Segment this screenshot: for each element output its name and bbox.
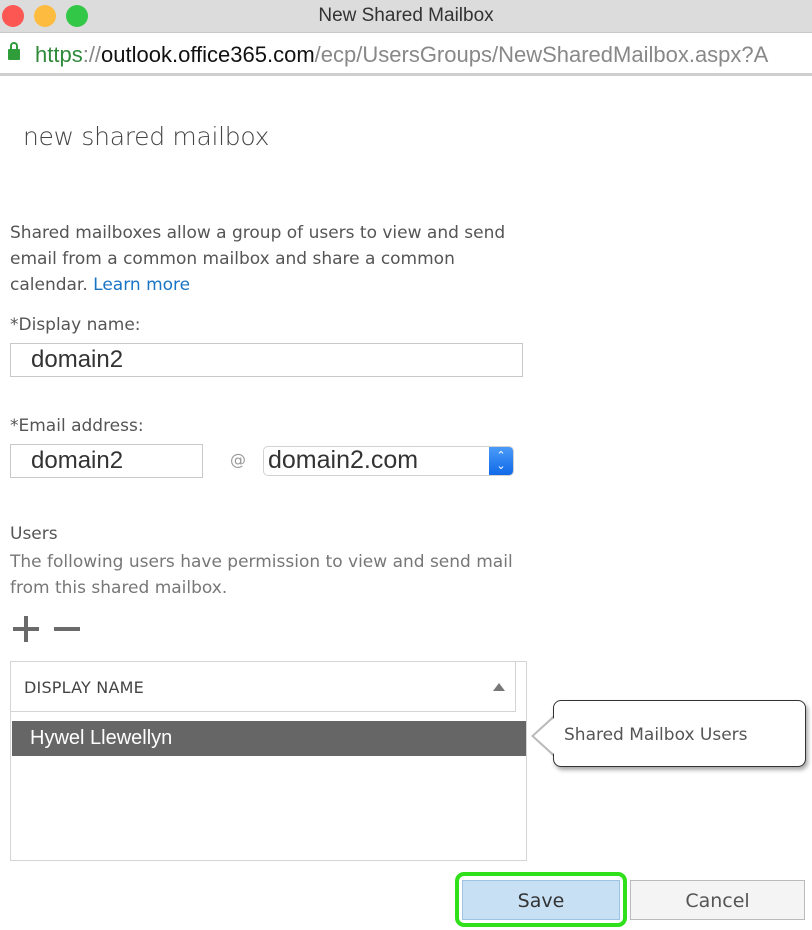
address-bar[interactable]: https://outlook.office365.com/ecp/UsersG… (0, 34, 812, 76)
remove-user-button[interactable] (54, 616, 80, 642)
select-arrows-icon: ⌃ ⌄ (489, 447, 513, 475)
domain-select-value: domain2.com (268, 446, 419, 474)
intro-text: Shared mailboxes allow a group of users … (10, 220, 520, 298)
email-address-label: *Email address: (10, 416, 144, 436)
url-scheme: https (35, 42, 83, 67)
grid-header[interactable]: DISPLAY NAME (11, 662, 516, 712)
users-description: The following users have permission to v… (10, 552, 513, 598)
intro-description: Shared mailboxes allow a group of users … (10, 223, 506, 295)
callout-text: Shared Mailbox Users (564, 725, 748, 745)
cancel-button[interactable]: Cancel (630, 880, 805, 920)
users-section-title: Users (10, 524, 58, 544)
window-title: New Shared Mailbox (318, 5, 494, 26)
display-name-label: *Display name: (10, 315, 141, 335)
url-text[interactable]: https://outlook.office365.com/ecp/UsersG… (35, 42, 768, 68)
window-titlebar: New Shared Mailbox (0, 0, 812, 33)
domain-select[interactable]: domain2.com ⌃ ⌄ (263, 446, 514, 476)
sort-ascending-icon[interactable] (493, 683, 505, 691)
url-host: outlook.office365.com (101, 42, 315, 67)
learn-more-link[interactable]: Learn more (93, 275, 190, 295)
page-title: new shared mailbox (23, 122, 270, 151)
url-path: /ecp/UsersGroups/NewSharedMailbox.aspx?A (314, 42, 769, 67)
column-header-display-name[interactable]: DISPLAY NAME (24, 678, 144, 697)
lock-icon (8, 42, 20, 60)
callout-tooltip: Shared Mailbox Users (553, 700, 806, 767)
display-name-field[interactable]: domain2 (10, 343, 523, 377)
email-alias-field[interactable]: domain2 (10, 444, 203, 478)
users-grid: DISPLAY NAME Hywel Llewellyn (10, 661, 527, 861)
callout-pointer-fill (534, 717, 555, 755)
url-separator: :// (82, 42, 102, 67)
at-symbol: @ (230, 450, 246, 469)
add-user-button[interactable] (13, 616, 39, 642)
save-button[interactable]: Save (462, 880, 620, 920)
table-row[interactable]: Hywel Llewellyn (12, 721, 526, 756)
